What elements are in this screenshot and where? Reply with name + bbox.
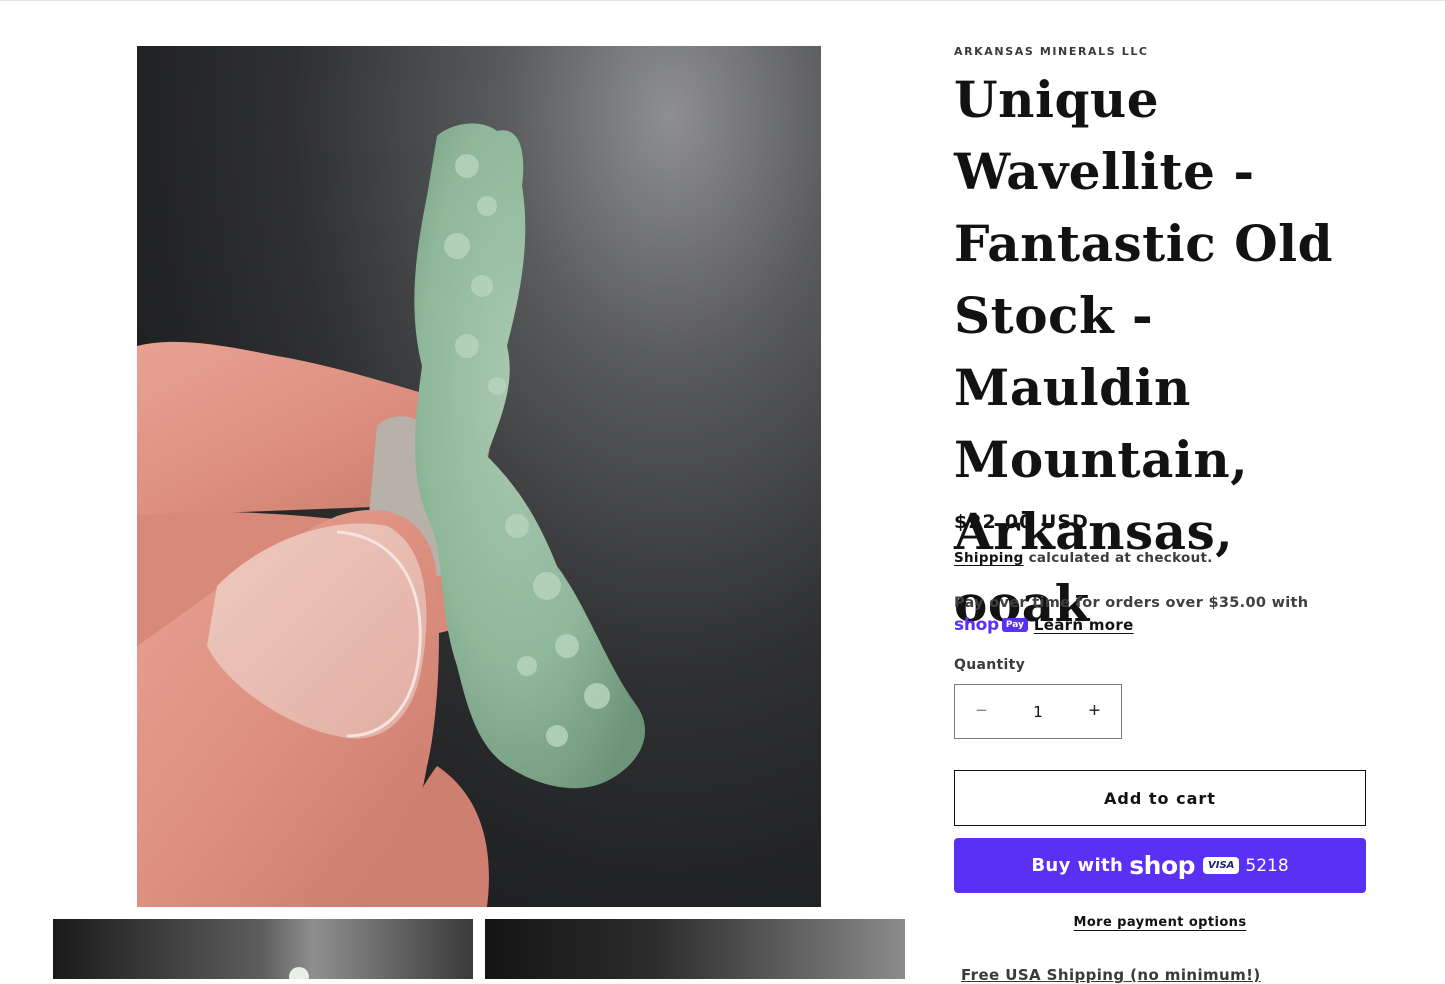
shipping-note-text: calculated at checkout.	[1023, 550, 1213, 566]
add-to-cart-button[interactable]: Add to cart	[954, 770, 1366, 826]
buy-with-shop-pay-button[interactable]: Buy with shop VISA 5218	[954, 838, 1366, 893]
free-shipping-note: Free USA Shipping (no minimum!)	[961, 966, 1261, 984]
quantity-increase-button[interactable]: +	[1068, 685, 1121, 738]
vendor-name: ARKANSAS MINERALS LLC	[954, 45, 1149, 58]
shop-pay-badge: Pay	[1001, 618, 1028, 632]
more-payment-options: More payment options	[954, 915, 1366, 930]
shipping-link[interactable]: Shipping	[954, 550, 1024, 566]
card-last-digits: 5218	[1245, 855, 1289, 876]
gallery-thumbnail-2[interactable]	[53, 919, 473, 979]
buy-with-label: Buy with	[1031, 855, 1124, 876]
installments-text: Pay over time for orders over $35.00 wit…	[954, 595, 1309, 611]
shipping-note: Shipping calculated at checkout.	[954, 550, 1213, 566]
quantity-label: Quantity	[954, 657, 1025, 673]
shop-pay-logo: shop	[954, 615, 999, 635]
more-payment-options-link[interactable]: More payment options	[1074, 915, 1247, 930]
product-main-image[interactable]	[137, 46, 821, 907]
quantity-input[interactable]	[1008, 684, 1068, 739]
learn-more-link[interactable]: Learn more	[1034, 616, 1134, 634]
visa-card-icon: VISA	[1203, 857, 1240, 874]
quantity-stepper: − +	[954, 684, 1122, 739]
shop-pay-installments: shop Pay Learn more	[954, 614, 1134, 636]
quantity-decrease-button[interactable]: −	[955, 685, 1008, 738]
mineral-photo-illustration	[137, 123, 646, 907]
shop-logo: shop	[1129, 851, 1196, 880]
product-price: $22.00 USD	[954, 511, 1089, 533]
header-divider	[0, 0, 1445, 1]
mineral-thumb-illustration	[289, 967, 309, 979]
gallery-thumbnail-3[interactable]	[485, 919, 905, 979]
